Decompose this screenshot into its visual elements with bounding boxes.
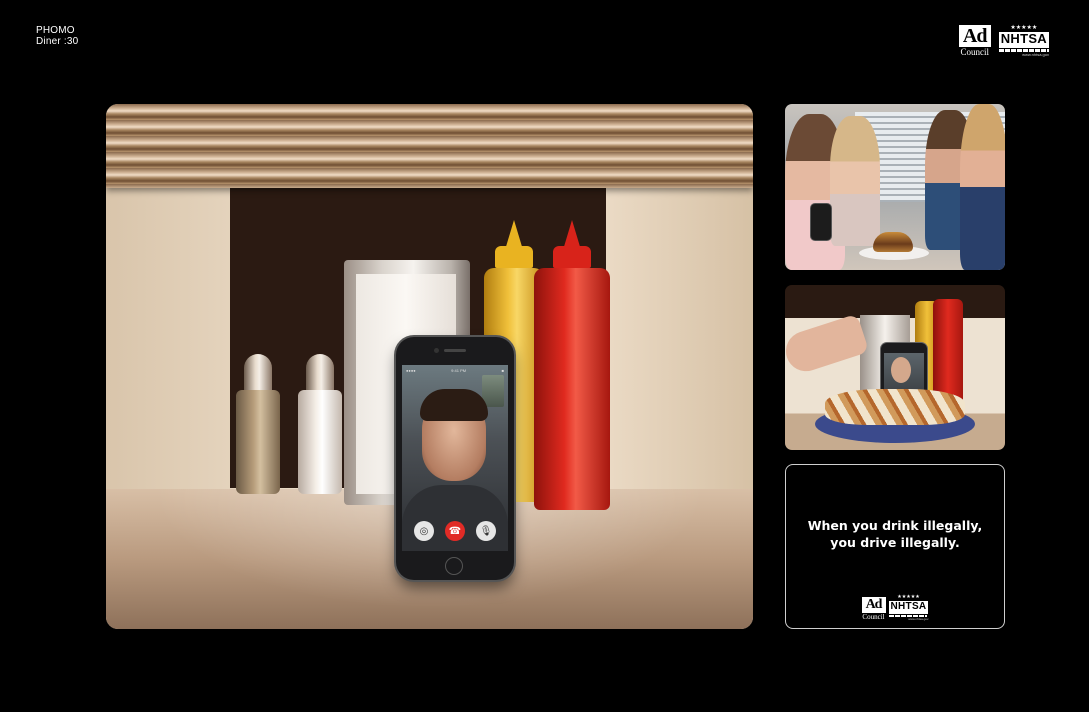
caller-shoulders	[402, 485, 508, 551]
pigs-in-blanket	[825, 389, 965, 425]
pepper-shaker	[236, 354, 280, 494]
ad-council-mark: Ad	[958, 25, 991, 47]
front-camera-icon	[434, 348, 439, 353]
flip-camera-icon: ◎	[414, 521, 434, 541]
spot-name: PHOMO	[36, 25, 75, 36]
person-girl-blonde	[830, 116, 880, 246]
end-card-logos: Ad Council ★★★★★ NHTSA www.nhtsa.gov	[786, 595, 1004, 621]
tagline-line-1: When you drink illegally,	[807, 518, 983, 533]
spot-length: Diner :30	[36, 36, 79, 47]
chrome-trim	[106, 104, 753, 188]
earpiece-speaker	[444, 349, 466, 352]
tagline: When you drink illegally, you drive ille…	[786, 517, 1004, 551]
main-frame-diner-table: ●●●● 9:41 PM ■ ◎ ☎ 🎙	[106, 104, 753, 629]
ad-council-sub: Council	[960, 47, 989, 57]
spot-title: PHOMO Diner :30	[36, 25, 78, 47]
battery-icon: ■	[501, 368, 504, 373]
header-logos: Ad Council ★★★★★ NHTSA www.nhtsa.gov	[958, 25, 1049, 57]
nhtsa-url-small: www.nhtsa.gov	[908, 617, 929, 621]
status-time: 9:41 PM	[451, 368, 467, 373]
ad-council-sub-small: Council	[862, 613, 885, 621]
ad-council-logo-small: Ad Council	[861, 597, 886, 621]
end-call-icon: ☎	[445, 521, 465, 541]
tagline-line-2: you drive illegally.	[830, 535, 960, 550]
ad-council-mark-small: Ad	[861, 597, 886, 613]
ad-council-logo: Ad Council	[958, 25, 991, 57]
nhtsa-url: www.nhtsa.gov	[1022, 52, 1049, 57]
held-phone	[811, 204, 831, 240]
video-call-screen: ●●●● 9:41 PM ■ ◎ ☎ 🎙	[402, 365, 508, 551]
signal-icon: ●●●●	[406, 368, 416, 373]
ketchup-bottle	[534, 220, 610, 510]
caller-hair	[420, 389, 488, 421]
frame-friends-laughing	[785, 104, 1005, 270]
end-card: When you drink illegally, you drive ille…	[785, 464, 1005, 629]
frame-phone-and-food	[785, 285, 1005, 450]
mute-icon: 🎙	[476, 521, 496, 541]
nhtsa-stars-small: ★★★★★	[897, 594, 920, 600]
nhtsa-logo: ★★★★★ NHTSA www.nhtsa.gov	[998, 25, 1049, 57]
person-boy-blonde	[960, 104, 1005, 270]
burger	[873, 232, 913, 252]
reaching-hand	[785, 313, 870, 377]
nhtsa-mark: NHTSA	[998, 31, 1049, 48]
home-button-icon	[445, 557, 463, 575]
salt-shaker	[298, 354, 342, 494]
phone-status-bar: ●●●● 9:41 PM ■	[406, 368, 504, 373]
nhtsa-mark-small: NHTSA	[888, 601, 929, 614]
nhtsa-logo-small: ★★★★★ NHTSA www.nhtsa.gov	[888, 594, 929, 621]
smartphone-video-call: ●●●● 9:41 PM ■ ◎ ☎ 🎙	[396, 337, 514, 580]
